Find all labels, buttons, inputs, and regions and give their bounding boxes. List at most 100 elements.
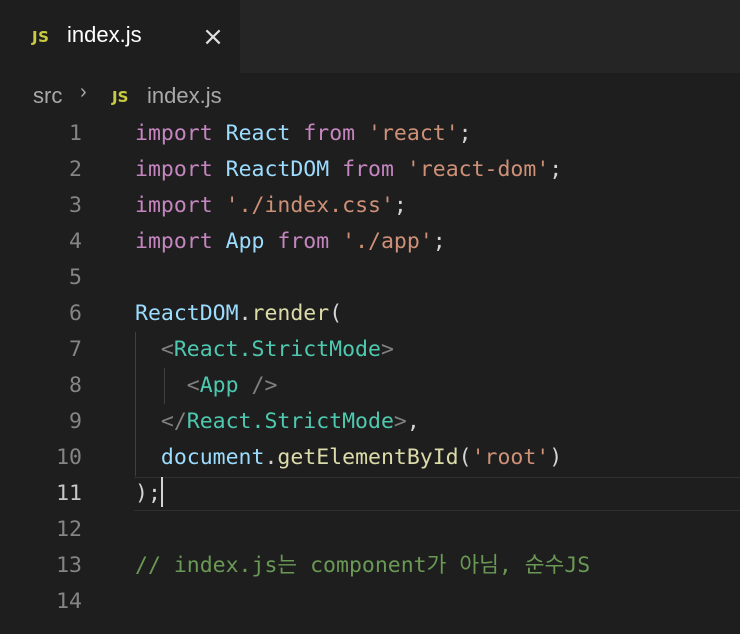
- code-text: import './index.css';: [135, 188, 407, 224]
- line-number: 4: [69, 229, 82, 254]
- code-line[interactable]: 3 import './index.css';: [0, 188, 740, 224]
- code-token: React: [225, 121, 291, 146]
- code-token: render: [251, 301, 330, 326]
- code-token: import: [135, 121, 213, 146]
- code-token: App: [225, 229, 265, 254]
- code-text: // index.js는 component가 아님, 순수JS: [135, 548, 590, 584]
- code-token: ReactDOM: [225, 157, 330, 182]
- code-token: ;: [432, 229, 446, 254]
- code-line[interactable]: 4 import App from './app';: [0, 224, 740, 260]
- code-line[interactable]: 2 import ReactDOM from 'react-dom';: [0, 152, 740, 188]
- code-editor[interactable]: 1 import React from 'react'; 2 import React…: [0, 115, 740, 634]
- line-number: 2: [69, 157, 82, 182]
- breadcrumb: src › JS index.js: [0, 73, 740, 117]
- code-token: React.StrictMode: [173, 337, 381, 362]
- javascript-file-icon: JS: [112, 88, 129, 106]
- code-token: './app': [342, 229, 433, 254]
- tab-index-js[interactable]: JS index.js ×: [0, 0, 240, 73]
- code-line[interactable]: 8 <App />: [0, 368, 740, 404]
- code-token: </: [160, 409, 187, 434]
- line-number: 12: [56, 517, 82, 542]
- code-token: />: [251, 373, 278, 398]
- tab-label: index.js: [67, 22, 142, 47]
- code-token: ,: [406, 409, 420, 434]
- code-token: <: [160, 337, 174, 362]
- code-token: 'react-dom': [406, 157, 550, 182]
- code-line[interactable]: 5: [0, 260, 740, 296]
- code-text: document.getElementById('root'): [135, 440, 562, 476]
- line-number: 14: [56, 589, 82, 614]
- code-text: );: [135, 476, 163, 512]
- code-token: .: [238, 301, 252, 326]
- code-token: React.StrictMode: [186, 409, 394, 434]
- code-token: import: [135, 229, 213, 254]
- indent-guide: [164, 368, 165, 404]
- line-number: 8: [69, 373, 82, 398]
- code-line[interactable]: 1 import React from 'react';: [0, 116, 740, 152]
- code-token: document: [160, 445, 265, 470]
- code-line[interactable]: 13 // index.js는 component가 아님, 순수JS: [0, 548, 740, 584]
- code-token: (: [458, 445, 472, 470]
- code-token: import: [135, 193, 213, 218]
- code-text: import App from './app';: [135, 224, 446, 260]
- line-number: 7: [69, 337, 82, 362]
- code-token: from: [303, 121, 356, 146]
- text-cursor: [160, 477, 163, 507]
- code-line[interactable]: 12: [0, 512, 740, 548]
- code-text: <React.StrictMode>: [135, 332, 394, 368]
- code-token: .: [264, 445, 278, 470]
- breadcrumb-file[interactable]: index.js: [147, 83, 222, 109]
- code-line[interactable]: 14: [0, 584, 740, 620]
- code-text: import React from 'react';: [135, 116, 472, 152]
- code-token: ;: [458, 121, 472, 146]
- code-token: 'root': [471, 445, 550, 470]
- code-token: );: [135, 481, 161, 506]
- code-token: >: [380, 337, 394, 362]
- code-token: 'react': [368, 121, 459, 146]
- line-number: 1: [69, 121, 82, 146]
- code-token: ;: [393, 193, 407, 218]
- javascript-file-icon: JS: [32, 28, 50, 46]
- indent-guide: [135, 332, 136, 476]
- code-line[interactable]: 9 </React.StrictMode>,: [0, 404, 740, 440]
- code-token: './index.css': [225, 193, 394, 218]
- code-token: getElementById: [277, 445, 459, 470]
- code-token: import: [135, 157, 213, 182]
- code-text: ReactDOM.render(: [135, 296, 342, 332]
- line-number: 5: [69, 265, 82, 290]
- line-number: 6: [69, 301, 82, 326]
- line-number: 9: [69, 409, 82, 434]
- code-line[interactable]: 11);: [0, 476, 740, 512]
- chevron-right-icon: ›: [80, 81, 87, 103]
- line-number: 11: [56, 481, 82, 506]
- close-icon[interactable]: ×: [198, 22, 228, 52]
- line-number: 3: [69, 193, 82, 218]
- code-line[interactable]: 6 ReactDOM.render(: [0, 296, 740, 332]
- line-number: 13: [56, 553, 82, 578]
- code-token: ;: [549, 157, 563, 182]
- code-text: <App />: [135, 368, 278, 404]
- line-number: 10: [56, 445, 82, 470]
- code-token: ): [549, 445, 563, 470]
- code-token: (: [329, 301, 343, 326]
- code-text: </React.StrictMode>,: [135, 404, 420, 440]
- code-line[interactable]: 10 document.getElementById('root'): [0, 440, 740, 476]
- code-token: <: [186, 373, 200, 398]
- code-line[interactable]: 7 <React.StrictMode>: [0, 332, 740, 368]
- code-text: import ReactDOM from 'react-dom';: [135, 152, 562, 188]
- breadcrumb-folder[interactable]: src: [33, 83, 62, 109]
- code-token: App: [199, 373, 239, 398]
